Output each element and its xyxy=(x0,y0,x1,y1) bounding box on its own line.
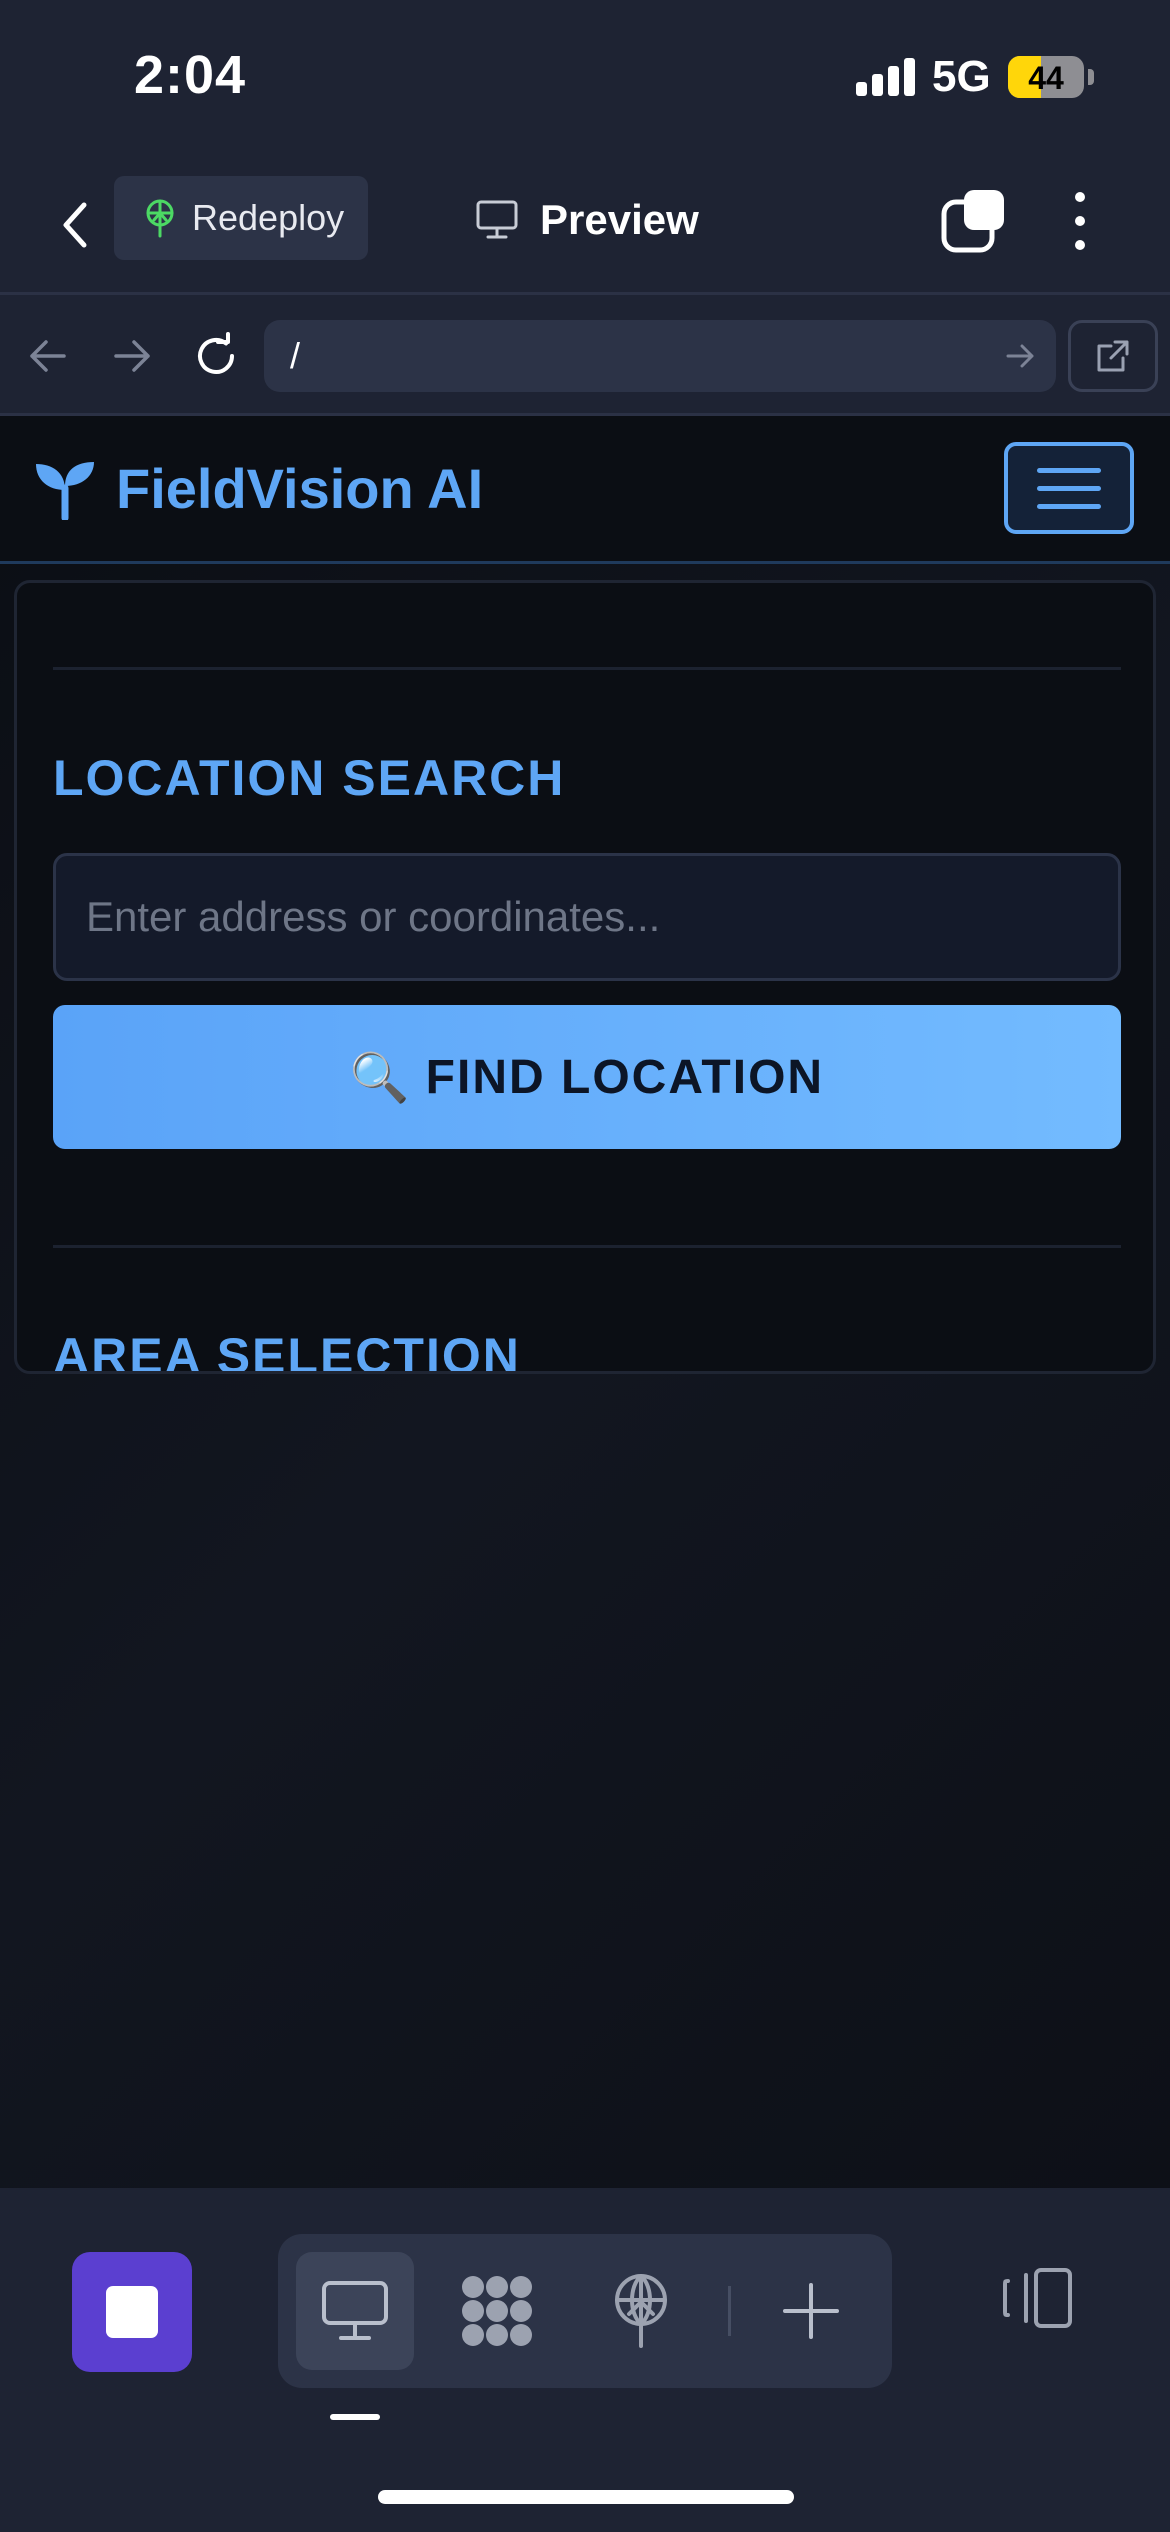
signal-icon xyxy=(856,58,916,96)
arrow-right-icon[interactable] xyxy=(104,328,160,384)
battery-nub xyxy=(1088,69,1094,85)
web-preview: FieldVision AI LOCATION SEARCH 🔍 FIND LO… xyxy=(0,416,1170,2188)
chevron-left-icon xyxy=(63,202,87,248)
sprout-icon xyxy=(36,462,94,520)
url-bar: / xyxy=(0,298,1170,416)
network-type: 5G xyxy=(932,52,991,101)
redeploy-button[interactable]: Redeploy xyxy=(114,176,368,260)
find-location-button[interactable]: 🔍 FIND LOCATION xyxy=(53,1005,1121,1149)
area-selection-title: AREA SELECTION xyxy=(53,1328,521,1374)
panels-icon xyxy=(1003,2268,1072,2328)
app-header: FieldVision AI xyxy=(0,416,1170,564)
monitor-icon xyxy=(476,200,518,239)
grid-blob-button[interactable] xyxy=(438,2252,556,2370)
preview-tab: Preview xyxy=(476,190,699,250)
external-link-icon xyxy=(1097,340,1129,372)
toolbar-separator xyxy=(728,2286,731,2336)
reload-icon[interactable] xyxy=(188,328,244,384)
more-vertical-icon[interactable] xyxy=(1062,186,1098,256)
panels-button[interactable] xyxy=(1000,2260,1076,2336)
monitor-icon xyxy=(322,2281,388,2340)
hamburger-menu-icon[interactable] xyxy=(1004,442,1134,534)
sidebar-panel: LOCATION SEARCH 🔍 FIND LOCATION AREA SEL… xyxy=(14,580,1156,1374)
stop-icon xyxy=(106,2286,158,2338)
stop-button[interactable] xyxy=(72,2252,192,2372)
battery-icon: 44 xyxy=(1008,56,1084,98)
url-path: / xyxy=(290,335,301,376)
brand-name: FieldVision AI xyxy=(116,457,484,520)
add-button[interactable] xyxy=(752,2252,870,2370)
redeploy-icon xyxy=(146,199,174,238)
find-location-label: FIND LOCATION xyxy=(425,1050,825,1104)
go-arrow-icon[interactable] xyxy=(1006,336,1036,376)
tool-group xyxy=(278,2234,892,2388)
location-search-title: LOCATION SEARCH xyxy=(53,750,566,806)
status-bar: 2:04 5G 44 xyxy=(0,0,1170,160)
tabs-button[interactable] xyxy=(940,188,1006,254)
search-icon: 🔍 xyxy=(349,1051,412,1105)
deploy-icon xyxy=(615,2274,667,2348)
plus-icon xyxy=(783,2283,839,2339)
top-bar: Redeploy Preview xyxy=(0,160,1170,295)
status-time: 2:04 xyxy=(134,45,247,105)
divider xyxy=(53,1245,1121,1248)
grid-blob-icon xyxy=(462,2276,532,2346)
battery-level: 44 xyxy=(1028,60,1064,96)
location-search-input[interactable] xyxy=(53,853,1121,981)
preview-label: Preview xyxy=(540,196,699,243)
active-tab-indicator xyxy=(330,2414,380,2420)
redeploy-label: Redeploy xyxy=(192,197,345,238)
home-indicator xyxy=(378,2490,794,2504)
arrow-left-icon[interactable] xyxy=(20,328,76,384)
back-button[interactable] xyxy=(50,190,100,260)
divider xyxy=(53,667,1121,670)
bottom-toolbar xyxy=(0,2188,1170,2532)
tabs-icon xyxy=(941,190,1004,253)
url-input[interactable]: / xyxy=(264,320,1056,392)
deploy-button[interactable] xyxy=(582,2252,700,2370)
preview-tool-button[interactable] xyxy=(296,2252,414,2370)
external-link-button[interactable] xyxy=(1068,320,1158,392)
